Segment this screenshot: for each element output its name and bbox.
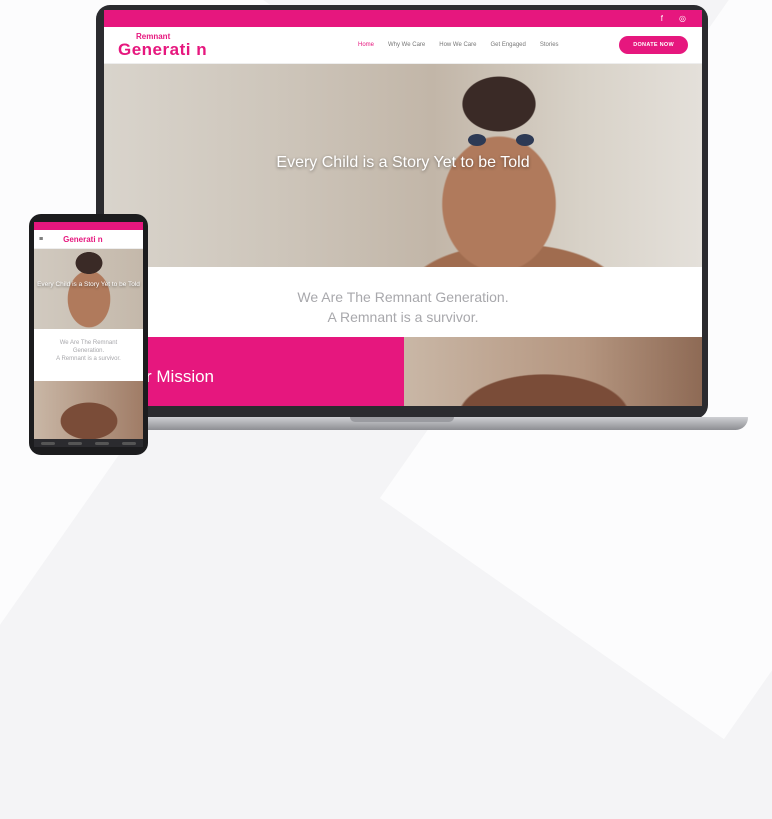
nav-item-get-engaged[interactable]: Get Engaged [490, 42, 525, 48]
nav-item-stories[interactable]: Stories [540, 42, 559, 48]
phone-hero-heading: Every Child is a Story Yet to be Told [37, 281, 140, 288]
nav-item-how-we-care[interactable]: How We Care [439, 42, 476, 48]
logo-main-text: Generati n [118, 39, 208, 59]
donate-button[interactable]: DONATE NOW [619, 36, 688, 54]
facebook-icon[interactable]: f [661, 14, 663, 23]
baby-eye [516, 134, 534, 146]
phone-photo [34, 381, 143, 441]
phone-intro-line-1: We Are The Remnant [59, 340, 118, 346]
phone-bar-button[interactable] [95, 441, 110, 445]
mission-heading: r Mission [146, 367, 215, 386]
phone-hero: Every Child is a Story Yet to be Told [34, 249, 143, 329]
baby-eye [468, 134, 486, 146]
hamburger-menu-icon[interactable]: ≡ [39, 236, 43, 243]
nav-menu: Home Why We Care How We Care Get Engaged… [358, 42, 559, 48]
instagram-icon[interactable]: ◎ [679, 14, 686, 23]
intro-line-1: We Are The Remnant Generation. [297, 289, 509, 305]
hero-heading: Every Child is a Story Yet to be Told [276, 154, 530, 171]
hero-banner: Every Child is a Story Yet to be Told [104, 64, 702, 267]
phone-intro-line-2: Generation. [72, 348, 105, 354]
phone-bar-button[interactable] [122, 441, 137, 445]
mission-photo [404, 337, 702, 406]
phone-logo[interactable]: Generati n [63, 235, 103, 244]
laptop-notch [350, 417, 454, 422]
mission-panel: r Mission [104, 337, 404, 406]
intro-line-2: A Remnant is a survivor. [327, 309, 479, 325]
nav-item-why-we-care[interactable]: Why We Care [388, 42, 425, 48]
phone-bar-button[interactable] [40, 441, 55, 445]
phone-status-bar [34, 222, 143, 230]
main-nav: Remnant Generati n Home Why We Care How … [104, 27, 702, 64]
phone-bottom-bar [34, 439, 143, 447]
phone-intro-line-3: A Remnant is a survivor. [56, 356, 121, 362]
social-bar: f ◎ [104, 10, 702, 27]
phone-bar-button[interactable] [67, 441, 82, 445]
mission-section: r Mission [104, 337, 702, 406]
phone-nav: ≡ Generati n [34, 230, 143, 249]
site-logo[interactable]: Remnant Generati n [118, 32, 228, 59]
phone-screen: ≡ Generati n Every Child is a Story Yet … [34, 222, 143, 447]
phone-intro: We Are The Remnant Generation. A Remnant… [34, 329, 143, 381]
intro-section: We Are The Remnant Generation. A Remnant… [104, 267, 702, 337]
nav-item-home[interactable]: Home [358, 42, 374, 48]
laptop-screen: f ◎ Remnant Generati n Home Why We Care … [104, 10, 702, 406]
